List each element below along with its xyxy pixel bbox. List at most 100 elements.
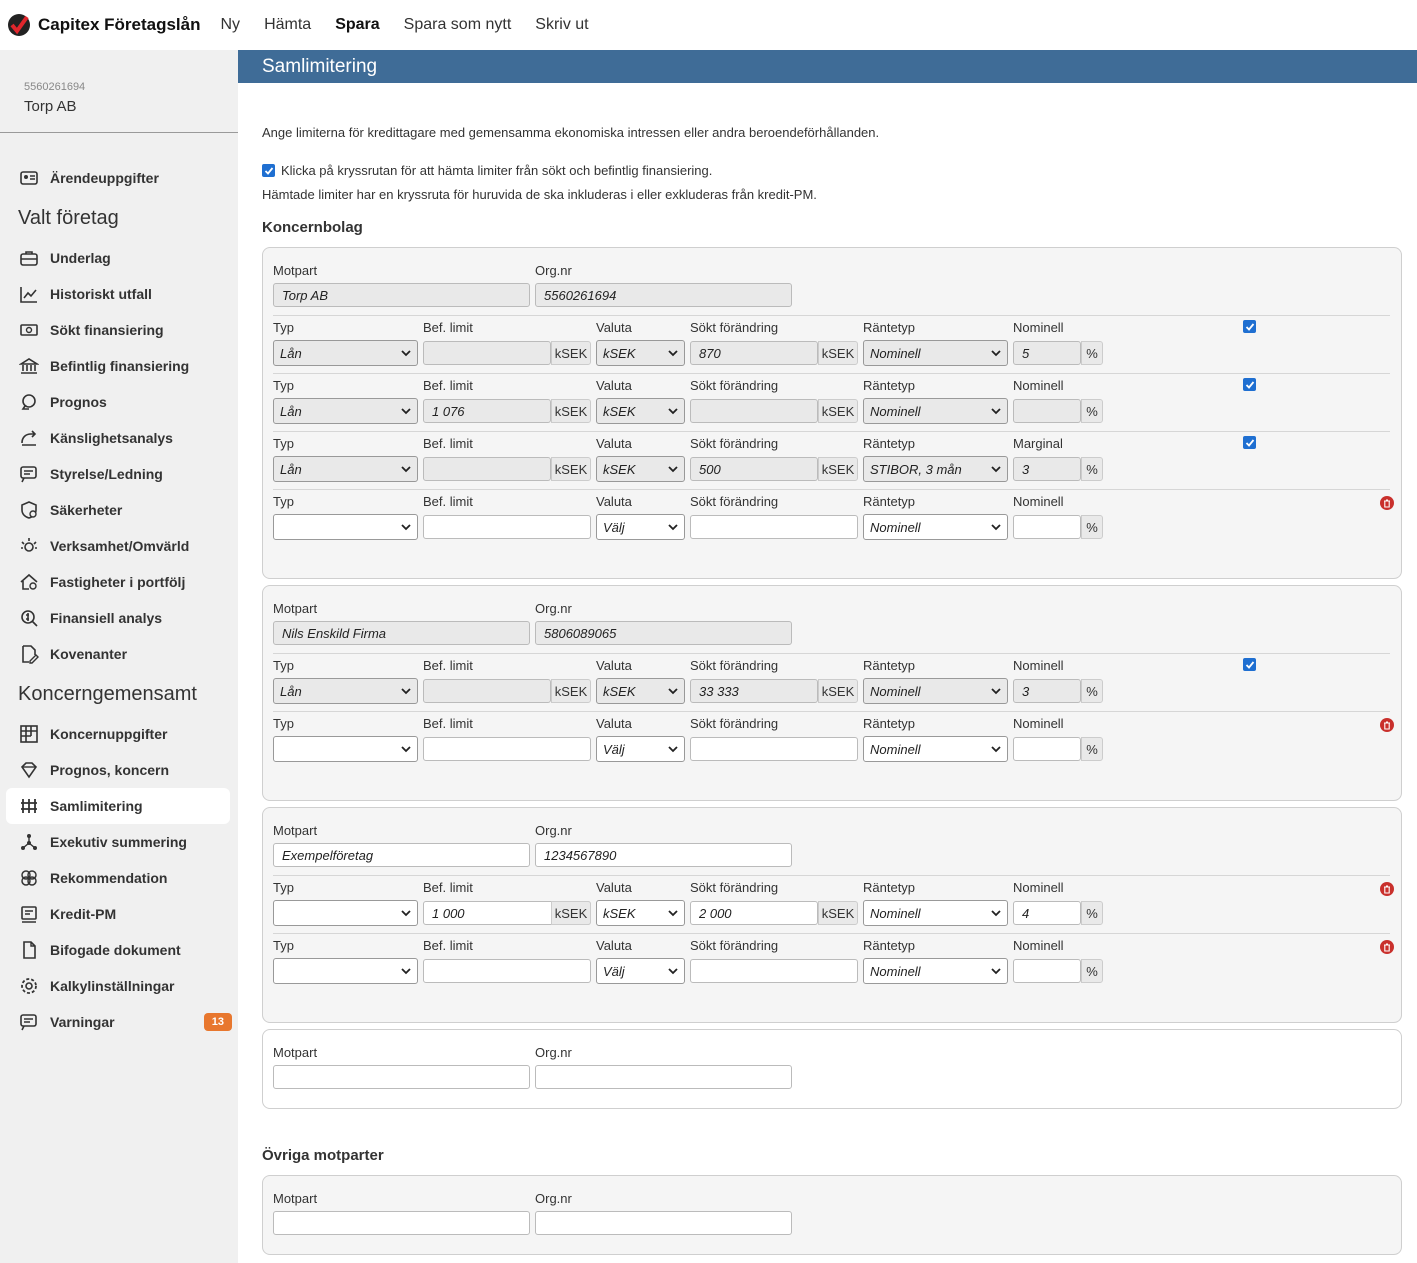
motpart-input[interactable] <box>273 1211 530 1235</box>
sokt-forandring-input[interactable] <box>690 399 818 423</box>
rantetyp-select[interactable]: Nominell <box>863 736 1008 762</box>
valuta-select[interactable]: kSEK <box>596 340 685 366</box>
typ-select[interactable] <box>273 736 418 762</box>
rate-input[interactable] <box>1013 515 1081 539</box>
typ-label: Typ <box>273 494 294 509</box>
bef-limit-input[interactable] <box>423 737 591 761</box>
sidebar-item-samlimitering[interactable]: Samlimitering <box>6 788 230 824</box>
sokt-forandring-unit: kSEK <box>818 901 858 925</box>
include-in-pm-checkbox[interactable] <box>1243 320 1256 333</box>
rantetyp-select[interactable]: STIBOR, 3 mån <box>863 456 1008 482</box>
delete-row-icon[interactable] <box>1380 496 1394 510</box>
rantetyp-value: Nominell <box>870 519 921 535</box>
delete-row-icon[interactable] <box>1380 718 1394 732</box>
rate-input[interactable]: 3 <box>1013 457 1081 481</box>
sidebar-item-kalkylinstallningar[interactable]: Kalkylinställningar <box>6 968 230 1004</box>
sidebar-item-exekutiv-summering[interactable]: Exekutiv summering <box>6 824 230 860</box>
typ-select[interactable]: Lån <box>273 678 418 704</box>
valuta-select[interactable]: Välj <box>596 736 685 762</box>
sidebar-item-bifogade-dokument[interactable]: Bifogade dokument <box>6 932 230 968</box>
sidebar-item-styrelse-ledning[interactable]: Styrelse/Ledning <box>6 456 230 492</box>
rantetyp-select[interactable]: Nominell <box>863 340 1008 366</box>
valuta-select[interactable]: kSEK <box>596 398 685 424</box>
typ-select[interactable] <box>273 900 418 926</box>
sokt-forandring-input[interactable] <box>690 737 858 761</box>
counterparty-card: Motpart Org.nr Torp AB 5560261694 Typ Bef. li… <box>262 247 1402 579</box>
motpart-input[interactable]: Nils Enskild Firma <box>273 621 530 645</box>
warnings-count-badge: 13 <box>203 1013 232 1031</box>
valuta-select[interactable]: kSEK <box>596 900 685 926</box>
sokt-forandring-input[interactable]: 870 <box>690 341 818 365</box>
sidebar-item-arendeuppgifter[interactable]: Ärendeuppgifter <box>6 160 230 196</box>
rantetyp-select[interactable]: Nominell <box>863 900 1008 926</box>
rate-input[interactable] <box>1013 399 1081 423</box>
rate-input[interactable]: 5 <box>1013 341 1081 365</box>
valuta-select[interactable]: kSEK <box>596 678 685 704</box>
sidebar-item-befintlig-finansiering[interactable]: Befintlig finansiering <box>6 348 230 384</box>
bef-limit-input[interactable] <box>423 341 551 365</box>
sokt-forandring-input[interactable] <box>690 959 858 983</box>
nav-hamta[interactable]: Hämta <box>264 16 311 34</box>
include-in-pm-checkbox[interactable] <box>1243 658 1256 671</box>
valuta-select[interactable]: Välj <box>596 958 685 984</box>
include-in-pm-checkbox[interactable] <box>1243 378 1256 391</box>
sidebar-item-kredit-pm[interactable]: Kredit-PM <box>6 896 230 932</box>
sokt-forandring-input[interactable]: 33 333 <box>690 679 818 703</box>
sokt-forandring-input[interactable]: 500 <box>690 457 818 481</box>
typ-select[interactable]: Lån <box>273 340 418 366</box>
typ-select[interactable] <box>273 958 418 984</box>
sokt-forandring-input[interactable]: 2 000 <box>690 901 818 925</box>
sidebar-item-rekommendation[interactable]: Rekommendation <box>6 860 230 896</box>
rantetyp-select[interactable]: Nominell <box>863 514 1008 540</box>
bef-limit-input[interactable] <box>423 679 551 703</box>
nav-skriv-ut[interactable]: Skriv ut <box>535 16 588 34</box>
rantetyp-select[interactable]: Nominell <box>863 958 1008 984</box>
sidebar-item-label: Befintlig finansiering <box>50 358 190 374</box>
sidebar-item-prognos[interactable]: Prognos <box>6 384 230 420</box>
fetch-limits-checkbox[interactable] <box>262 164 275 177</box>
sokt-forandring-input[interactable] <box>690 515 858 539</box>
nav-spara-som-nytt[interactable]: Spara som nytt <box>404 16 512 34</box>
sidebar-item-underlag[interactable]: Underlag <box>6 240 230 276</box>
valuta-select[interactable]: Välj <box>596 514 685 540</box>
sidebar-item-koncernuppgifter[interactable]: Koncernuppgifter <box>6 716 230 752</box>
sidebar-item-verksamhet-omvarld[interactable]: Verksamhet/Omvärld <box>6 528 230 564</box>
valuta-select[interactable]: kSEK <box>596 456 685 482</box>
sidebar-item-historiskt-utfall[interactable]: Historiskt utfall <box>6 276 230 312</box>
rate-input[interactable]: 3 <box>1013 679 1081 703</box>
orgnr-input[interactable] <box>535 1065 792 1089</box>
sidebar-item-sokt-finansiering[interactable]: Sökt finansiering <box>6 312 230 348</box>
sidebar-item-varningar[interactable]: Varningar 13 <box>6 1004 232 1040</box>
delete-row-icon[interactable] <box>1380 882 1394 896</box>
bef-limit-input[interactable]: 1 076 <box>423 399 551 423</box>
sidebar-item-finansiell-analys[interactable]: Finansiell analys <box>6 600 230 636</box>
rate-input[interactable] <box>1013 959 1081 983</box>
nav-ny[interactable]: Ny <box>221 16 241 34</box>
motpart-input[interactable]: Exempelföretag <box>273 843 530 867</box>
bef-limit-input[interactable] <box>423 457 551 481</box>
orgnr-input[interactable] <box>535 1211 792 1235</box>
orgnr-input[interactable]: 5560261694 <box>535 283 792 307</box>
delete-row-icon[interactable] <box>1380 940 1394 954</box>
orgnr-input[interactable]: 5806089065 <box>535 621 792 645</box>
sidebar-item-prognos-koncern[interactable]: Prognos, koncern <box>6 752 230 788</box>
sidebar-item-kanslighetsanalys[interactable]: Känslighetsanalys <box>6 420 230 456</box>
motpart-input[interactable]: Torp AB <box>273 283 530 307</box>
rantetyp-select[interactable]: Nominell <box>863 678 1008 704</box>
typ-select[interactable]: Lån <box>273 398 418 424</box>
nav-spara[interactable]: Spara <box>335 16 379 34</box>
motpart-input[interactable] <box>273 1065 530 1089</box>
typ-select[interactable]: Lån <box>273 456 418 482</box>
bef-limit-input[interactable] <box>423 515 591 539</box>
sidebar-item-kovenanter[interactable]: Kovenanter <box>6 636 230 672</box>
rantetyp-select[interactable]: Nominell <box>863 398 1008 424</box>
rate-input[interactable]: 4 <box>1013 901 1081 925</box>
app-logo[interactable]: Capitex Företagslån <box>6 12 201 38</box>
rate-input[interactable] <box>1013 737 1081 761</box>
sidebar-item-fastigheter-i-portfolj[interactable]: Fastigheter i portfölj <box>6 564 230 600</box>
include-in-pm-checkbox[interactable] <box>1243 436 1256 449</box>
sidebar-item-sakerheter[interactable]: Säkerheter <box>6 492 230 528</box>
typ-select[interactable] <box>273 514 418 540</box>
orgnr-input[interactable]: 1234567890 <box>535 843 792 867</box>
bef-limit-input[interactable] <box>423 959 591 983</box>
